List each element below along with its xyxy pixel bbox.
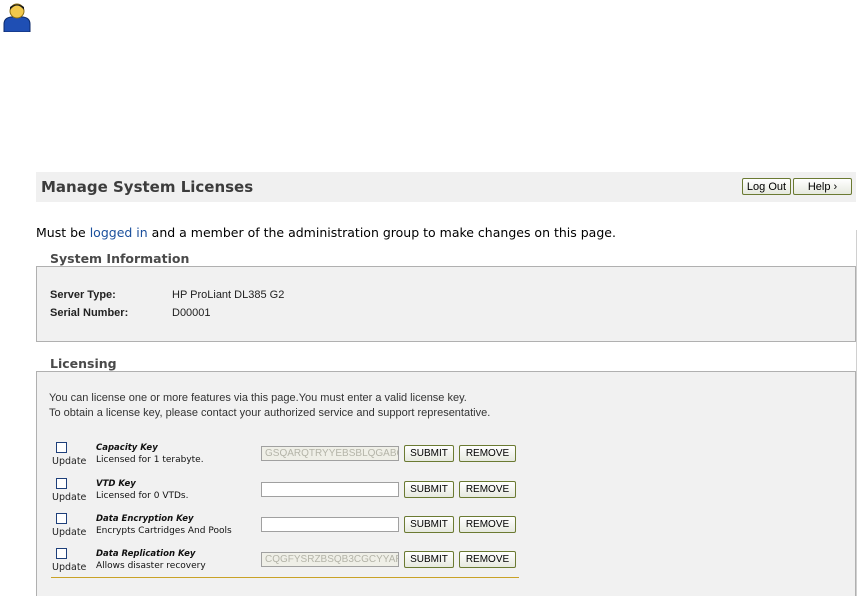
update-label: Update [52, 562, 87, 573]
update-checkbox[interactable] [56, 513, 67, 524]
license-key-input[interactable] [261, 517, 399, 532]
key-name: Capacity Key [96, 443, 158, 453]
update-label: Update [52, 527, 87, 538]
login-notice: Must be logged in and a member of the ad… [36, 225, 616, 240]
update-label: Update [52, 492, 87, 503]
page-header: Manage System Licenses Log Out Help › [36, 172, 856, 202]
submit-button[interactable]: SUBMIT [404, 481, 454, 498]
key-description: Encrypts Cartridges And Pools [96, 526, 232, 536]
server-type-label: Server Type: [50, 289, 116, 301]
licensing-line-1: You can license one or more features via… [49, 392, 467, 404]
license-row-vtd: Update VTD Key Licensed for 0 VTDs. SUBM… [37, 478, 857, 512]
licensing-title: Licensing [50, 356, 117, 371]
license-key-input[interactable]: GSQARQTRYYEBSBLQGABQ [261, 446, 399, 461]
update-label: Update [52, 456, 87, 467]
key-name: Data Replication Key [96, 549, 196, 559]
key-description: Allows disaster recovery [96, 561, 206, 571]
right-edge-line [856, 230, 857, 596]
remove-button[interactable]: REMOVE [459, 445, 516, 462]
update-checkbox[interactable] [56, 442, 67, 453]
key-description: Licensed for 1 terabyte. [96, 455, 204, 465]
system-info-panel: Server Type: HP ProLiant DL385 G2 Serial… [36, 266, 856, 342]
user-icon [3, 3, 31, 32]
server-type-value: HP ProLiant DL385 G2 [172, 289, 285, 301]
divider [51, 577, 519, 578]
system-info-title: System Information [50, 251, 190, 266]
license-key-input[interactable]: CQGFYSRZBSQB3CGCYYAR [261, 552, 399, 567]
page-title: Manage System Licenses [41, 178, 254, 196]
serial-number-value: D00001 [172, 307, 211, 319]
license-key-input[interactable] [261, 482, 399, 497]
license-row-capacity: Update Capacity Key Licensed for 1 terab… [37, 442, 857, 476]
help-button[interactable]: Help › [793, 178, 852, 195]
license-row-encryption: Update Data Encryption Key Encrypts Cart… [37, 513, 857, 547]
remove-button[interactable]: REMOVE [459, 516, 516, 533]
licensing-panel: You can license one or more features via… [36, 371, 856, 596]
key-name: Data Encryption Key [96, 514, 194, 524]
login-link[interactable]: logged in [90, 225, 148, 240]
key-name: VTD Key [96, 479, 136, 489]
remove-button[interactable]: REMOVE [459, 481, 516, 498]
update-checkbox[interactable] [56, 478, 67, 489]
submit-button[interactable]: SUBMIT [404, 445, 454, 462]
serial-number-label: Serial Number: [50, 307, 129, 319]
submit-button[interactable]: SUBMIT [404, 551, 454, 568]
submit-button[interactable]: SUBMIT [404, 516, 454, 533]
logout-button[interactable]: Log Out [742, 178, 791, 195]
notice-text-before: Must be [36, 225, 90, 240]
licensing-line-2: To obtain a license key, please contact … [49, 407, 491, 419]
update-checkbox[interactable] [56, 548, 67, 559]
notice-text-after: and a member of the administration group… [147, 225, 616, 240]
key-description: Licensed for 0 VTDs. [96, 491, 189, 501]
licensing-instructions: You can license one or more features via… [49, 391, 490, 421]
remove-button[interactable]: REMOVE [459, 551, 516, 568]
